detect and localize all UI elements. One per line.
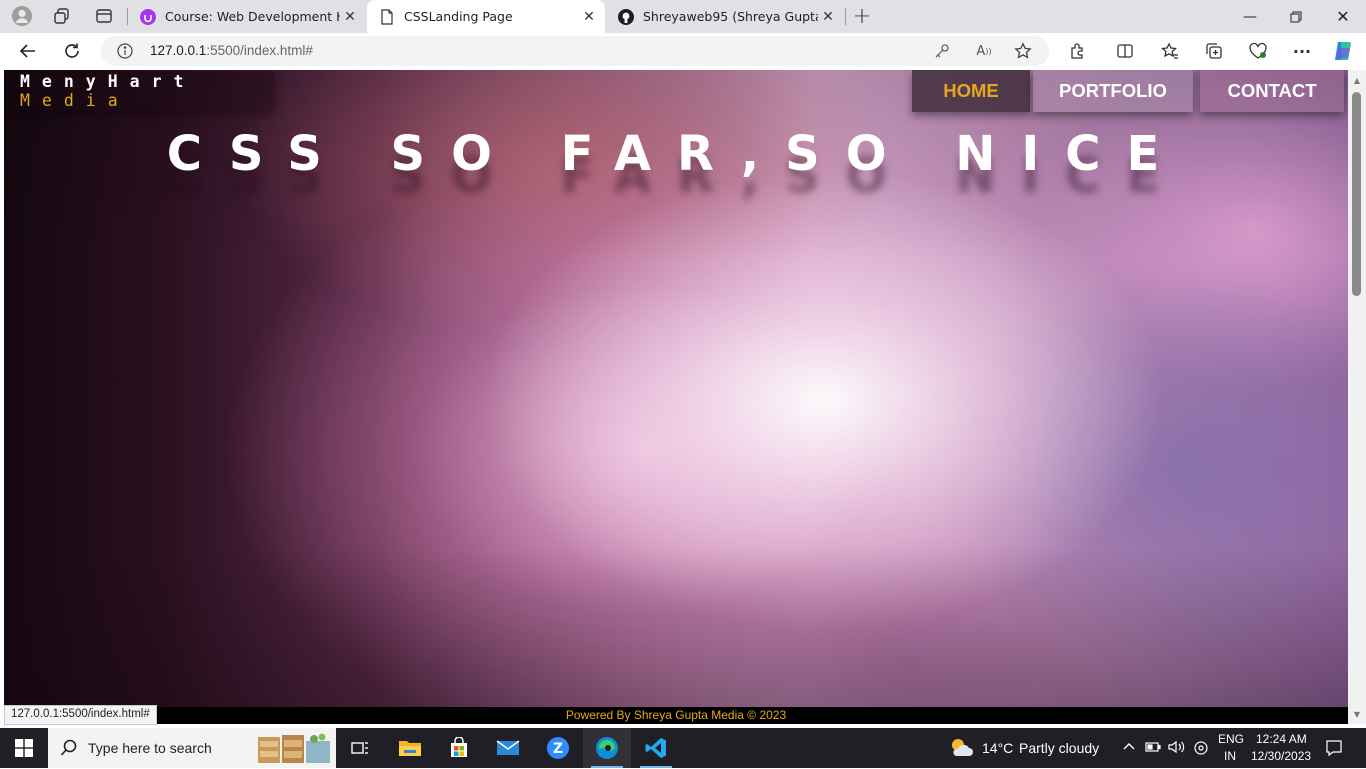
- site-info-icon[interactable]: [117, 43, 133, 59]
- scroll-thumb[interactable]: [1352, 92, 1361, 296]
- network-icon[interactable]: [1193, 740, 1209, 761]
- workspaces-icon[interactable]: [49, 4, 75, 28]
- tab-github[interactable]: Shreyaweb95 (Shreya Gupta) ✕: [606, 0, 844, 33]
- page-footer: Powered By Shreya Gupta Media © 2023: [4, 707, 1348, 724]
- svg-text:Z: Z: [553, 741, 563, 757]
- tab-title: CSSLanding Page: [404, 9, 513, 24]
- close-tab-icon[interactable]: ✕: [340, 9, 360, 25]
- scroll-up-arrow-icon[interactable]: ▲: [1348, 74, 1366, 88]
- collections-icon[interactable]: [1200, 38, 1228, 64]
- close-window-button[interactable]: ✕: [1320, 0, 1366, 33]
- extensions-icon[interactable]: [1064, 38, 1092, 64]
- new-tab-button[interactable]: +: [849, 4, 875, 29]
- github-icon: [618, 8, 634, 25]
- start-button[interactable]: [0, 728, 48, 768]
- taskbar-search[interactable]: Type here to search: [48, 728, 336, 768]
- favorites-icon[interactable]: [1156, 38, 1184, 64]
- task-view-icon[interactable]: [336, 728, 384, 768]
- clock-date[interactable]: 12/30/2023: [1251, 749, 1311, 763]
- store-icon[interactable]: [435, 728, 483, 768]
- minimize-button[interactable]: —: [1227, 0, 1273, 33]
- input-region[interactable]: IN: [1224, 749, 1236, 763]
- more-menu-icon[interactable]: ···: [1288, 38, 1316, 64]
- logo-line-2: Media: [20, 91, 130, 110]
- browser-toolbar: 127.0.0.1:5500/index.html# A)) ···: [0, 33, 1366, 70]
- close-tab-icon[interactable]: ✕: [818, 9, 838, 25]
- vscode-icon[interactable]: [632, 728, 680, 768]
- tab-title: Course: Web Development HTML: [165, 9, 340, 24]
- restore-button[interactable]: [1273, 0, 1319, 33]
- close-tab-icon[interactable]: ✕: [579, 9, 599, 25]
- input-language[interactable]: ENG: [1218, 732, 1244, 746]
- site-nav: HOME PORTFOLIO CONTACT: [912, 70, 1344, 112]
- url-text[interactable]: 127.0.0.1:5500/index.html#: [150, 43, 313, 58]
- nav-portfolio[interactable]: PORTFOLIO: [1033, 70, 1193, 112]
- mail-icon[interactable]: [484, 728, 532, 768]
- page-viewport: MenyHart Media HOME PORTFOLIO CONTACT CS…: [4, 70, 1348, 707]
- search-highlight-image: [256, 731, 334, 765]
- password-key-icon[interactable]: [933, 42, 951, 60]
- hero-title: CSS SO FAR,SO NICE: [166, 126, 1186, 182]
- site-logo[interactable]: MenyHart Media: [20, 72, 274, 110]
- nav-contact[interactable]: CONTACT: [1200, 70, 1344, 112]
- tab-csslanding[interactable]: CSSLanding Page ✕: [367, 0, 605, 33]
- vertical-tabs-icon[interactable]: [91, 4, 117, 28]
- back-button[interactable]: [14, 38, 42, 64]
- status-bar-url: 127.0.0.1:5500/index.html#: [4, 705, 157, 725]
- profile-icon[interactable]: [9, 4, 35, 28]
- clock-time[interactable]: 12:24 AM: [1256, 732, 1307, 746]
- tab-strip: Course: Web Development HTML ✕ CSSLandin…: [0, 0, 1366, 33]
- footer-credit: Powered By Shreya Gupta Media © 2023: [565, 708, 787, 722]
- weather-desc[interactable]: Partly cloudy: [1019, 740, 1099, 756]
- zoom-icon[interactable]: Z: [534, 728, 582, 768]
- page-scrollbar[interactable]: ▲ ▼: [1348, 70, 1366, 724]
- edge-icon[interactable]: [583, 728, 631, 768]
- battery-icon[interactable]: [1145, 740, 1161, 759]
- favorite-star-icon[interactable]: [1014, 42, 1032, 60]
- tab-title: Shreyaweb95 (Shreya Gupta): [643, 9, 818, 24]
- udemy-icon: [140, 8, 156, 25]
- volume-icon[interactable]: [1168, 740, 1186, 759]
- show-hidden-icons-icon[interactable]: [1122, 739, 1136, 756]
- search-placeholder: Type here to search: [88, 740, 212, 756]
- scroll-down-arrow-icon[interactable]: ▼: [1348, 708, 1366, 722]
- windows-taskbar: Type here to search Z 14°C Partly cloudy: [0, 728, 1366, 768]
- notifications-icon[interactable]: [1325, 739, 1343, 762]
- weather-icon[interactable]: [948, 736, 974, 765]
- file-explorer-icon[interactable]: [386, 728, 434, 768]
- logo-line-1: MenyHart: [20, 72, 196, 91]
- browser-essentials-icon[interactable]: [1244, 38, 1272, 64]
- search-icon: [60, 739, 78, 761]
- weather-temp[interactable]: 14°C: [982, 740, 1013, 756]
- page-icon: [379, 8, 395, 25]
- address-bar[interactable]: 127.0.0.1:5500/index.html# A)): [101, 36, 1049, 66]
- read-aloud-icon[interactable]: A)): [975, 42, 993, 60]
- split-screen-icon[interactable]: [1111, 38, 1139, 64]
- refresh-button[interactable]: [58, 38, 86, 64]
- tab-course[interactable]: Course: Web Development HTML ✕: [128, 0, 366, 33]
- nav-home[interactable]: HOME: [912, 70, 1030, 112]
- copilot-icon[interactable]: [1329, 38, 1357, 64]
